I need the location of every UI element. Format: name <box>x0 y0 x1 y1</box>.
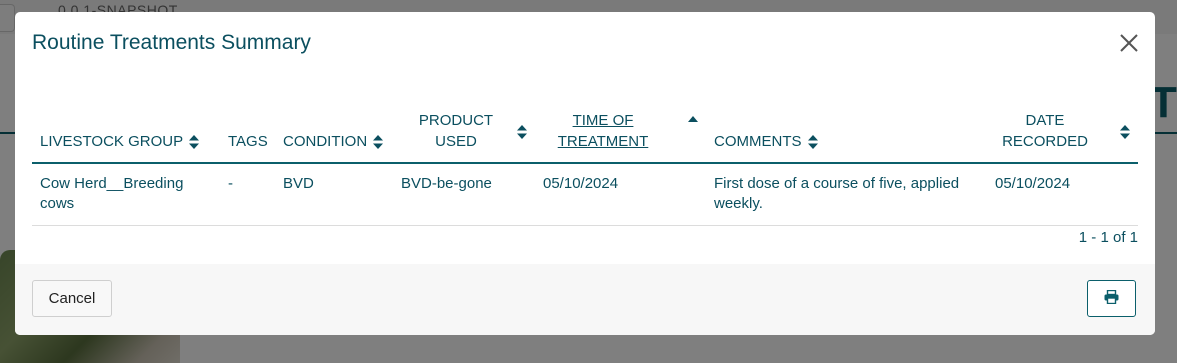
cell-time-of-treatment: 05/10/2024 <box>535 163 706 226</box>
column-header-date-recorded[interactable]: DATE RECORDED <box>987 92 1138 164</box>
sort-icon <box>189 135 200 149</box>
modal-title: Routine Treatments Summary <box>32 31 311 54</box>
column-header-time-of-treatment[interactable]: TIME OF TREATMENT <box>535 92 706 164</box>
cell-condition: BVD <box>275 163 393 226</box>
print-button[interactable] <box>1087 280 1136 317</box>
column-header-condition[interactable]: CONDITION <box>275 92 393 164</box>
table-header-row: LIVESTOCK GROUP TAGS CONDITION PRODUCT U… <box>32 92 1138 164</box>
column-header-tags: TAGS <box>220 92 275 164</box>
sort-icon <box>373 135 384 149</box>
column-header-livestock-group[interactable]: LIVESTOCK GROUP <box>32 92 220 164</box>
column-label: TIME OF TREATMENT <box>557 112 649 150</box>
column-label: PRODUCT USED <box>418 112 494 150</box>
cell-comments: First dose of a course of five, applied … <box>706 163 987 226</box>
column-label: LIVESTOCK GROUP <box>40 133 184 150</box>
print-icon <box>1104 289 1119 307</box>
treatments-table-wrapper: LIVESTOCK GROUP TAGS CONDITION PRODUCT U… <box>32 92 1138 226</box>
column-label: CONDITION <box>283 133 368 150</box>
treatments-table: LIVESTOCK GROUP TAGS CONDITION PRODUCT U… <box>32 92 1138 226</box>
cell-livestock-group: Cow Herd__Breeding cows <box>32 163 220 226</box>
sort-icon <box>1120 125 1130 139</box>
table-row[interactable]: Cow Herd__Breeding cows - BVD BVD-be-gon… <box>32 163 1138 226</box>
sort-icon <box>807 135 818 149</box>
cell-product-used: BVD-be-gone <box>393 163 535 226</box>
column-label: COMMENTS <box>714 133 802 150</box>
sort-icon <box>517 125 527 139</box>
column-header-comments[interactable]: COMMENTS <box>706 92 987 164</box>
modal-footer: Cancel <box>15 264 1155 335</box>
cell-date-recorded: 05/10/2024 <box>987 163 1138 226</box>
routine-treatments-modal: Routine Treatments Summary LIVESTOCK GRO… <box>15 12 1155 335</box>
column-label: TAGS <box>228 133 268 150</box>
pagination-summary: 1 - 1 of 1 <box>1078 229 1138 246</box>
sort-ascending-icon <box>688 116 698 122</box>
cell-tags: - <box>220 163 275 226</box>
cancel-button[interactable]: Cancel <box>32 280 112 317</box>
column-label: DATE RECORDED <box>1002 112 1088 150</box>
close-icon[interactable] <box>1118 32 1140 54</box>
column-header-product-used[interactable]: PRODUCT USED <box>393 92 535 164</box>
